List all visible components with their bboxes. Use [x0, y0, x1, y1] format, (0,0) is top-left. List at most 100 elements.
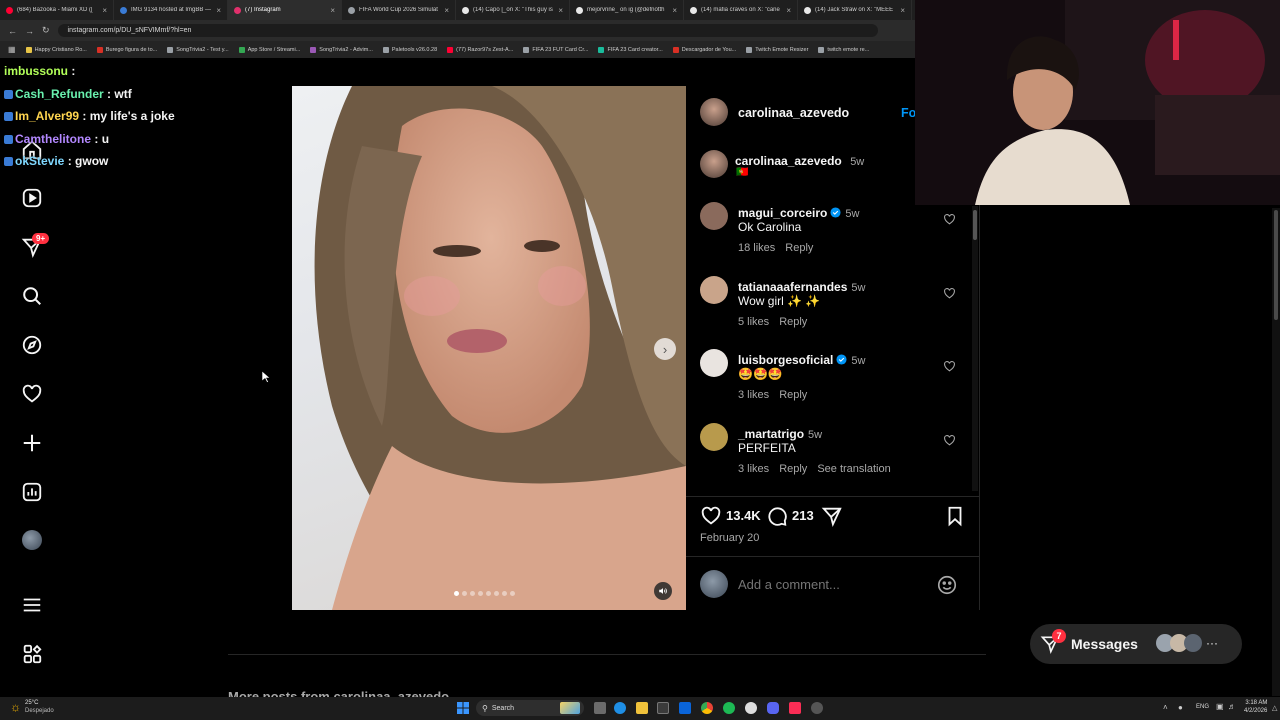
commenter-avatar[interactable] [700, 202, 728, 230]
comment-likes[interactable]: 18 likes [738, 242, 775, 254]
music-icon[interactable] [789, 702, 801, 714]
create-plus-icon[interactable] [20, 431, 44, 455]
profile-avatar-icon[interactable] [20, 528, 44, 552]
browser-tab[interactable]: (14) Capo [_on X: "This guy is × [456, 0, 570, 20]
tab-close-icon[interactable]: × [216, 6, 221, 15]
commenter-avatar[interactable] [700, 422, 728, 451]
comment-like-icon[interactable] [943, 287, 956, 305]
bookmark-item[interactable]: SongTrivia2 - Advim... [310, 46, 373, 53]
menu-icon[interactable] [20, 593, 44, 617]
chrome-icon[interactable] [701, 702, 713, 714]
comment-like-icon[interactable] [943, 434, 956, 452]
tab-close-icon[interactable]: × [444, 6, 449, 15]
bookmark-item[interactable]: FIFA 23 FUT Card Cr... [523, 46, 588, 53]
bookmark-item[interactable]: SongTrivia2 - Test y... [167, 46, 229, 53]
comment-count[interactable]: 213 [792, 508, 814, 523]
reply-button[interactable]: Reply [785, 242, 813, 254]
taskbar-widget-icon[interactable] [560, 702, 580, 714]
mail-icon[interactable] [679, 702, 691, 714]
bookmark-item[interactable]: (77) Razor97s Zest-A... [447, 46, 513, 53]
tab-close-icon[interactable]: × [672, 6, 677, 15]
messenger-icon[interactable]: 9+ [20, 233, 50, 259]
comment-time[interactable]: 5w [845, 208, 859, 220]
next-image-button[interactable]: › [654, 338, 676, 360]
tab-close-icon[interactable]: × [102, 6, 107, 15]
commenter-avatar[interactable] [700, 275, 728, 304]
comment-time[interactable]: 5w [851, 355, 865, 367]
reels-icon[interactable] [20, 186, 44, 210]
comment-likes[interactable]: 5 likes [738, 316, 769, 328]
bookmark-item[interactable]: Happy Cristiano Ro... [25, 46, 87, 53]
see-translation-button[interactable]: See translation [817, 463, 890, 475]
bookmark-item[interactable]: Burego figura de to... [96, 46, 157, 53]
bookmark-item[interactable]: FIFA 23 Card creator... [598, 46, 663, 53]
commenter-avatar[interactable] [700, 349, 728, 377]
bookmark-item[interactable]: twitch emote re... [818, 46, 869, 53]
post-author-name[interactable]: carolinaa_azevedo [738, 106, 849, 120]
bookmark-item[interactable]: Twitch Emote Resizer [746, 46, 808, 53]
caption-avatar[interactable] [700, 150, 728, 178]
back-icon[interactable]: ← [8, 26, 17, 36]
add-comment-input[interactable] [738, 574, 928, 594]
commenter-name[interactable]: tatianaaafernandes [738, 280, 847, 294]
reply-button[interactable]: Reply [779, 316, 807, 328]
spotify-icon[interactable] [723, 702, 735, 714]
app-icon[interactable] [811, 702, 823, 714]
obs-icon[interactable] [745, 702, 757, 714]
weather-icon[interactable]: ☼ [10, 700, 21, 714]
comment-like-icon[interactable] [943, 213, 956, 231]
clock[interactable]: 3:18 AM 4/2/2026 [1244, 699, 1267, 715]
explore-icon[interactable] [20, 333, 44, 357]
post-date[interactable]: February 20 [700, 532, 759, 544]
tab-close-icon[interactable]: × [786, 6, 791, 15]
volume-icon[interactable]: ♬ [1228, 702, 1236, 711]
author-avatar[interactable] [700, 98, 728, 126]
bookmark-item[interactable]: Descargador de You... [672, 46, 736, 53]
browser-tab[interactable]: (684) Bazooka - Miami XD ([× [0, 0, 114, 20]
mic-icon[interactable]: ● [1178, 703, 1183, 712]
language-indicator[interactable]: ENG [1196, 704, 1209, 710]
caption-author[interactable]: carolinaa_azevedo [735, 154, 842, 168]
forward-icon[interactable]: → [25, 26, 34, 36]
insights-icon[interactable] [20, 480, 44, 504]
weather-widget[interactable]: 25°C Despejado [25, 699, 54, 715]
search-icon[interactable] [20, 284, 44, 308]
reply-button[interactable]: Reply [779, 389, 807, 401]
comment-icon[interactable] [766, 505, 788, 532]
commenter-name[interactable]: _martatrigo [738, 427, 804, 441]
apps-icon[interactable]: ▦ [8, 45, 16, 54]
reload-icon[interactable]: ↻ [42, 25, 50, 36]
share-icon[interactable] [821, 505, 843, 532]
browser-tab[interactable]: mejorvnne_ on ig (@defnotth × [570, 0, 684, 20]
comments-scrollbar[interactable] [972, 206, 978, 491]
browser-tab[interactable]: (7) Instagram × [228, 0, 342, 20]
browser-tab[interactable]: (14) Jack Straw on X: "MEEE × [798, 0, 912, 20]
comment-likes[interactable]: 3 likes [738, 463, 769, 475]
windows-start-icon[interactable] [457, 701, 469, 714]
bookmark-item[interactable]: App Store / Streami... [238, 46, 300, 53]
like-count[interactable]: 13.4K [726, 508, 761, 523]
comment-like-icon[interactable] [943, 360, 956, 378]
bookmark-item[interactable]: Paletools v26.0.28 [382, 46, 437, 53]
notification-bell-icon[interactable]: △ [1272, 704, 1277, 712]
url-field[interactable]: instagram.com/p/DU_sNFVIMmf/?hl=en [57, 24, 878, 37]
like-icon[interactable] [700, 505, 722, 532]
comment-likes[interactable]: 3 likes [738, 389, 769, 401]
commenter-name[interactable]: magui_corceiro [738, 206, 827, 220]
messages-button[interactable]: 7 Messages ··· [1030, 624, 1242, 664]
comment-time[interactable]: 5w [808, 429, 822, 441]
tab-close-icon[interactable]: × [330, 6, 335, 15]
commenter-name[interactable]: luisborgesoficial [738, 353, 833, 367]
page-scrollbar[interactable] [1272, 208, 1280, 696]
store-icon[interactable] [657, 702, 669, 714]
browser-tab[interactable]: FIFA World Cup 2026 Simulat × [342, 0, 456, 20]
reply-button[interactable]: Reply [779, 463, 807, 475]
tray-chevron-icon[interactable]: ˄ [1163, 703, 1168, 712]
post-image[interactable]: › [292, 86, 686, 610]
comment-time[interactable]: 5w [851, 282, 865, 294]
also-from-meta-icon[interactable] [20, 642, 44, 666]
heart-icon[interactable] [20, 382, 44, 406]
browser-tab[interactable]: IMG 9134 hosted at ImgBB — × [114, 0, 228, 20]
tab-close-icon[interactable]: × [900, 6, 905, 15]
edge-icon[interactable] [614, 702, 626, 714]
